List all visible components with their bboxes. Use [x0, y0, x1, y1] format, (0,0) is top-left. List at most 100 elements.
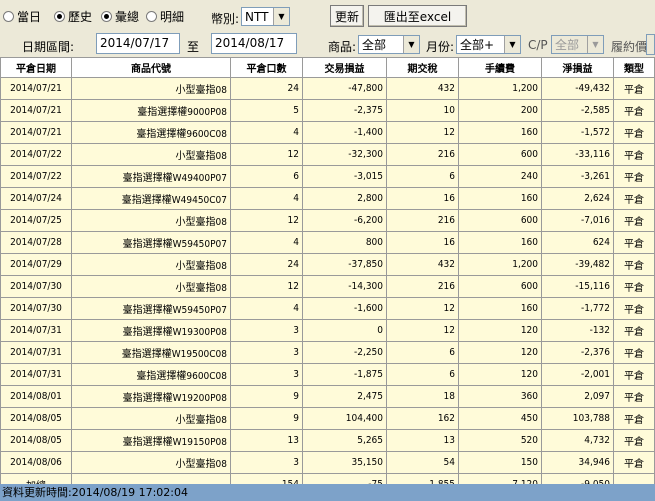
cell-product-code: 臺指選擇權9600C08	[71, 121, 231, 144]
cell-trade-pnl: -1,400	[302, 121, 387, 144]
col-header-close-qty[interactable]: 平倉口數	[230, 57, 303, 78]
cell-futures-tax: 12	[386, 297, 459, 320]
date-from-input[interactable]: 2014/07/17	[96, 33, 180, 54]
cell-type: 平倉	[613, 253, 655, 276]
cell-type: 平倉	[613, 121, 655, 144]
cp-select[interactable]: 全部 ▼	[551, 35, 604, 54]
col-header-trade-pnl[interactable]: 交易損益	[302, 57, 387, 78]
cell-trade-pnl: 5,265	[302, 429, 387, 452]
cell-fee: 520	[458, 429, 542, 452]
cell-trade-pnl: 35,150	[302, 451, 387, 474]
cell-product-code: 臺指選擇權9600C08	[71, 363, 231, 386]
table-row[interactable]: 2014/08/05 臺指選擇權W19150P08 13 5,265 13 520 4,73…	[0, 429, 655, 452]
chevron-down-icon: ▼	[587, 36, 603, 53]
cell-close-date: 2014/07/31	[0, 341, 72, 364]
cell-close-date: 2014/07/21	[0, 99, 72, 122]
cell-fee: 160	[458, 231, 542, 254]
table-row[interactable]: 2014/07/21 臺指選擇權9000P08 5 -2,375 10 200 -2,585…	[0, 99, 655, 122]
cell-close-date: 2014/08/06	[0, 451, 72, 474]
cell-futures-tax: 54	[386, 451, 459, 474]
cell-type: 平倉	[613, 99, 655, 122]
cell-futures-tax: 216	[386, 275, 459, 298]
cell-product-code: 臺指選擇權W19500C08	[71, 341, 231, 364]
table-row[interactable]: 2014/07/30 小型臺指08 12 -14,300 216 600 -15,116 平倉	[0, 275, 655, 298]
cell-fee: 600	[458, 275, 542, 298]
table-row[interactable]: 2014/07/31 臺指選擇權W19300P08 3 0 12 120 -132 平倉	[0, 319, 655, 342]
table-row[interactable]: 2014/07/28 臺指選擇權W59450P07 4 800 16 160 624 平倉	[0, 231, 655, 254]
cell-fee: 600	[458, 209, 542, 232]
table-row[interactable]: 2014/08/06 小型臺指08 3 35,150 54 150 34,946 平倉	[0, 451, 655, 474]
cell-trade-pnl: -37,850	[302, 253, 387, 276]
cell-net-pnl: -2,585	[541, 99, 614, 122]
cell-product-code: 小型臺指08	[71, 451, 231, 474]
cell-close-qty: 12	[230, 209, 303, 232]
cell-net-pnl: 2,097	[541, 385, 614, 408]
cell-trade-pnl: -2,375	[302, 99, 387, 122]
col-header-type[interactable]: 類型	[613, 57, 655, 78]
status-bar: 資料更新時間:2014/08/19 17:02:04	[0, 484, 655, 501]
cell-close-qty: 4	[230, 121, 303, 144]
cell-fee: 160	[458, 121, 542, 144]
month-label: 月份:	[426, 40, 455, 54]
cell-product-code: 臺指選擇權W19200P08	[71, 385, 231, 408]
radio-detail[interactable]: 明細	[146, 8, 184, 25]
cell-close-qty: 5	[230, 99, 303, 122]
table-row[interactable]: 2014/07/21 臺指選擇權9600C08 4 -1,400 12 160 -1,572…	[0, 121, 655, 144]
table-row[interactable]: 2014/07/30 臺指選擇權W59450P07 4 -1,600 12 160 -1,7…	[0, 297, 655, 320]
cell-fee: 1,200	[458, 253, 542, 276]
radio-summary[interactable]: 彙總	[101, 8, 139, 25]
table-row[interactable]: 2014/08/05 小型臺指08 9 104,400 162 450 103,788 平倉	[0, 407, 655, 430]
cell-net-pnl: -33,116	[541, 143, 614, 166]
radio-history[interactable]: 歷史	[54, 8, 92, 25]
cell-product-code: 臺指選擇權W19300P08	[71, 319, 231, 342]
date-to-input[interactable]: 2014/08/17	[211, 33, 297, 54]
col-header-net-pnl[interactable]: 淨損益	[541, 57, 614, 78]
table-row[interactable]: 2014/07/22 臺指選擇權W49400P07 6 -3,015 6 240 -3,26…	[0, 165, 655, 188]
cell-net-pnl: -132	[541, 319, 614, 342]
cell-net-pnl: -49,432	[541, 77, 614, 100]
refresh-button[interactable]: 更新	[330, 5, 364, 27]
cell-product-code: 小型臺指08	[71, 407, 231, 430]
export-excel-button[interactable]: 匯出至excel	[368, 5, 467, 27]
table-row[interactable]: 2014/07/31 臺指選擇權W19500C08 3 -2,250 6 120 -2,37…	[0, 341, 655, 364]
col-header-close-date[interactable]: 平倉日期	[0, 57, 72, 78]
cell-futures-tax: 16	[386, 187, 459, 210]
table-row[interactable]: 2014/07/25 小型臺指08 12 -6,200 216 600 -7,016 平倉	[0, 209, 655, 232]
col-header-futures-tax[interactable]: 期交稅	[386, 57, 459, 78]
table-row[interactable]: 2014/07/29 小型臺指08 24 -37,850 432 1,200 -39,482…	[0, 253, 655, 276]
cell-fee: 120	[458, 341, 542, 364]
cell-futures-tax: 13	[386, 429, 459, 452]
cell-trade-pnl: -1,600	[302, 297, 387, 320]
table-row[interactable]: 2014/07/24 臺指選擇權W49450C07 4 2,800 16 160 2,624…	[0, 187, 655, 210]
cell-futures-tax: 162	[386, 407, 459, 430]
table-row[interactable]: 2014/07/22 小型臺指08 12 -32,300 216 600 -33,116 平倉	[0, 143, 655, 166]
cell-close-date: 2014/08/01	[0, 385, 72, 408]
radio-indicator	[101, 11, 112, 22]
radio-today[interactable]: 當日	[3, 8, 41, 25]
update-time-text: 資料更新時間:2014/08/19 17:02:04	[2, 486, 189, 499]
strike-label: 履約價	[611, 40, 648, 54]
cell-close-qty: 12	[230, 143, 303, 166]
cell-type: 平倉	[613, 407, 655, 430]
currency-select[interactable]: NTT ▼	[241, 7, 290, 26]
table-row[interactable]: 2014/07/21 小型臺指08 24 -47,800 432 1,200 -49,432…	[0, 77, 655, 100]
cell-net-pnl: -3,261	[541, 165, 614, 188]
col-header-product-code[interactable]: 商品代號	[71, 57, 231, 78]
col-header-fee[interactable]: 手續費	[458, 57, 542, 78]
cell-futures-tax: 6	[386, 363, 459, 386]
cell-net-pnl: -1,572	[541, 121, 614, 144]
cell-futures-tax: 216	[386, 209, 459, 232]
cell-futures-tax: 10	[386, 99, 459, 122]
cell-fee: 150	[458, 451, 542, 474]
cell-trade-pnl: -47,800	[302, 77, 387, 100]
month-select[interactable]: 全部+ ▼	[456, 35, 521, 54]
cell-trade-pnl: -3,015	[302, 165, 387, 188]
table-row[interactable]: 2014/08/01 臺指選擇權W19200P08 9 2,475 18 360 2,097…	[0, 385, 655, 408]
table-row[interactable]: 2014/07/31 臺指選擇權9600C08 3 -1,875 6 120 -2,001 平…	[0, 363, 655, 386]
product-select[interactable]: 全部 ▼	[358, 35, 420, 54]
chevron-down-icon: ▼	[504, 36, 520, 53]
cell-type: 平倉	[613, 165, 655, 188]
cell-close-date: 2014/07/21	[0, 121, 72, 144]
strike-select[interactable]	[646, 34, 655, 55]
cell-close-qty: 3	[230, 341, 303, 364]
